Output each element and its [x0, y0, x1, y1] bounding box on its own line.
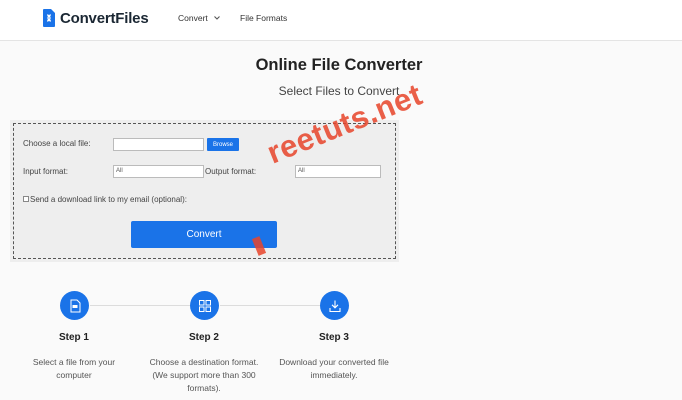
grid-icon — [198, 299, 211, 312]
step-3-desc-line: immediately. — [310, 370, 358, 380]
output-format-label: Output format: — [205, 167, 257, 176]
step-1-description: Select a file from your computer — [14, 356, 134, 382]
nav-file-formats[interactable]: File Formats — [240, 13, 287, 23]
top-navbar: ConvertFiles Convert File Formats — [0, 0, 682, 41]
local-file-input[interactable] — [113, 138, 204, 151]
input-format-select[interactable]: All — [113, 165, 204, 178]
step-1-title: Step 1 — [58, 332, 89, 343]
step-2-desc-line: formats). — [187, 383, 221, 393]
step-2-description: Choose a destination format. (We support… — [139, 356, 269, 395]
step-connector — [220, 305, 320, 306]
local-file-label: Choose a local file: — [23, 139, 91, 148]
nav-convert-label: Convert — [178, 13, 208, 23]
download-icon — [328, 300, 341, 312]
step-2-desc-line: (We support more than 300 — [152, 370, 256, 380]
chevron-down-icon — [213, 16, 220, 20]
step-3-title: Step 3 — [318, 332, 349, 343]
step-3-description: Download your converted file immediately… — [269, 356, 399, 382]
step-2-title: Step 2 — [188, 332, 219, 343]
step-3-desc-line: Download your converted file — [279, 357, 389, 367]
brand-name: ConvertFiles — [60, 9, 149, 27]
step-2-desc-line: Choose a destination format. — [149, 357, 259, 367]
convertfiles-logo-icon — [43, 9, 55, 27]
file-icon — [70, 299, 80, 312]
output-format-select[interactable]: All — [295, 165, 381, 178]
brand-logo[interactable]: ConvertFiles — [43, 9, 149, 27]
input-format-label: Input format: — [23, 167, 68, 176]
nav-convert-menu[interactable]: Convert — [178, 13, 221, 23]
step-3-badge — [320, 291, 349, 320]
page-title: Online File Converter — [255, 56, 423, 74]
step-1-desc-line: computer — [56, 370, 92, 380]
page-subtitle: Select Files to Convert — [278, 84, 400, 98]
step-connector — [90, 305, 190, 306]
step-1-badge — [60, 291, 89, 320]
nav-file-formats-label: File Formats — [240, 13, 288, 23]
email-link-checkbox[interactable] — [23, 196, 29, 202]
browse-button[interactable]: Browse — [207, 138, 239, 151]
step-2-badge — [190, 291, 219, 320]
step-1-desc-line: Select a file from your — [32, 357, 116, 367]
email-option-label: Send a download link to my email (option… — [30, 195, 187, 204]
